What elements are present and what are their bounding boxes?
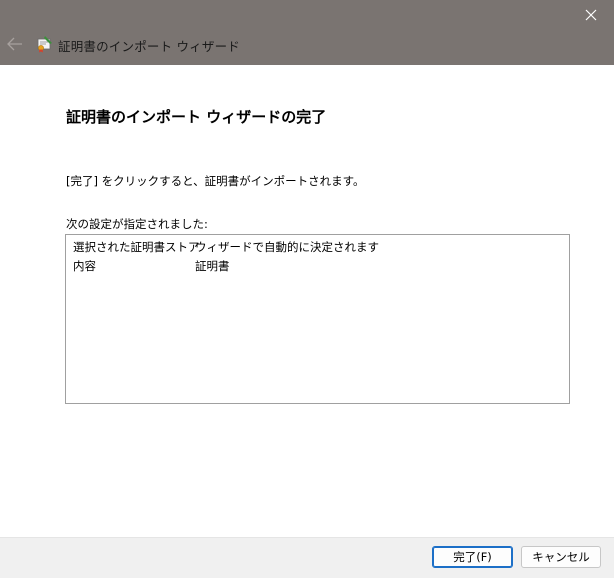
setting-key: 内容 bbox=[73, 259, 96, 273]
back-arrow-icon bbox=[7, 37, 22, 51]
finish-button[interactable]: 完了(F) bbox=[432, 546, 513, 568]
settings-list[interactable]: 選択された証明書ストア ウィザードで自動的に決定されます 内容 証明書 bbox=[65, 234, 570, 404]
close-icon bbox=[585, 9, 597, 21]
setting-value: ウィザードで自動的に決定されます bbox=[195, 240, 379, 254]
certificate-wizard-icon bbox=[37, 36, 52, 53]
page-heading: 証明書のインポート ウィザードの完了 bbox=[66, 108, 327, 126]
finish-instruction-text: [完了] をクリックすると、証明書がインポートされます。 bbox=[66, 174, 365, 188]
setting-key: 選択された証明書ストア bbox=[73, 240, 200, 254]
cancel-button[interactable]: キャンセル bbox=[521, 546, 601, 568]
title-bar: 証明書のインポート ウィザード bbox=[0, 0, 614, 65]
close-button[interactable] bbox=[568, 0, 614, 30]
setting-value: 証明書 bbox=[195, 259, 230, 273]
settings-label: 次の設定が指定されました: bbox=[66, 217, 208, 231]
back-button[interactable] bbox=[4, 33, 26, 55]
button-bar: 完了(F) キャンセル bbox=[0, 537, 614, 578]
window-title: 証明書のインポート ウィザード bbox=[58, 39, 240, 54]
certificate-import-wizard-window: 証明書のインポート ウィザード 証明書のインポート ウィザードの完了 [完了] … bbox=[0, 0, 614, 578]
